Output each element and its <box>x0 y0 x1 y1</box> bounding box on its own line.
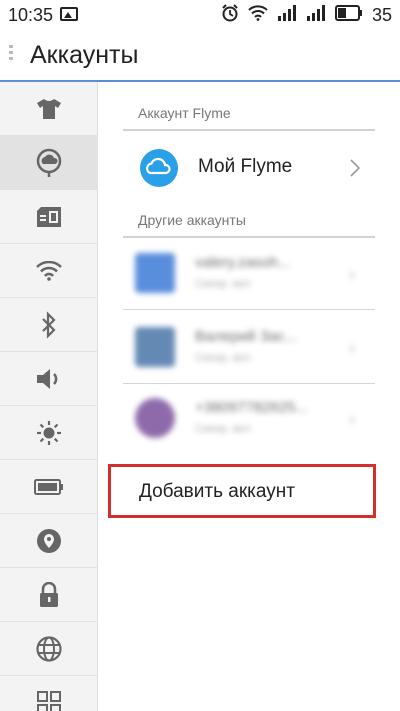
sidebar-item-language[interactable] <box>0 622 98 676</box>
row-divider <box>123 383 375 384</box>
chevron-right-icon <box>350 159 360 177</box>
sound-icon <box>37 368 58 389</box>
theme-shirt-icon <box>37 98 61 119</box>
settings-sidebar <box>0 82 98 711</box>
status-bar: 10:35 35 <box>0 0 400 30</box>
battery-icon <box>34 478 63 495</box>
account-row-viber[interactable]: +38097782625... Синхр. вкл › <box>123 387 375 449</box>
sidebar-item-wifi[interactable] <box>0 244 98 298</box>
wifi-status-icon <box>248 4 268 26</box>
sidebar-item-accounts[interactable] <box>0 136 98 190</box>
add-account-button[interactable]: Добавить аккаунт <box>108 464 376 518</box>
sidebar-item-battery[interactable] <box>0 460 98 514</box>
chevron-right-icon: › <box>349 338 355 358</box>
signal-2-icon <box>306 4 326 26</box>
account-name: valery.zasoh... <box>195 254 291 271</box>
signal-1-icon <box>277 4 297 26</box>
image-notification-icon <box>60 7 78 21</box>
section-divider <box>123 236 375 238</box>
sidebar-item-sound[interactable] <box>0 352 98 406</box>
sim-card-icon <box>37 206 61 227</box>
row-divider <box>123 309 375 310</box>
account-app-icon <box>135 327 175 367</box>
battery-status-icon <box>334 4 363 26</box>
add-account-label: Добавить аккаунт <box>139 481 295 502</box>
chevron-right-icon: › <box>349 409 355 429</box>
accounts-panel: Аккаунт Flyme Мой Flyme Другие аккаунты … <box>98 82 400 711</box>
wifi-icon <box>36 260 62 281</box>
app-header: Аккаунты <box>0 30 400 82</box>
brightness-icon <box>37 420 61 445</box>
bluetooth-icon <box>42 310 56 339</box>
sidebar-item-apps[interactable] <box>0 676 98 711</box>
globe-icon <box>36 635 62 662</box>
lock-icon <box>40 581 58 607</box>
flyme-account-row[interactable]: Мой Flyme <box>123 139 375 197</box>
page-title: Аккаунты <box>30 41 139 69</box>
account-sync-status: Синхр. вкл <box>195 352 251 364</box>
sidebar-item-bluetooth[interactable] <box>0 298 98 352</box>
account-app-icon <box>135 253 175 293</box>
status-time: 10:35 <box>8 5 54 25</box>
chevron-right-icon: › <box>349 264 355 284</box>
account-app-icon <box>135 398 175 438</box>
account-row-vk[interactable]: Валерий Зас... Синхр. вкл › <box>123 316 375 378</box>
sidebar-item-theme[interactable] <box>0 82 98 136</box>
sidebar-item-brightness[interactable] <box>0 406 98 460</box>
account-icon <box>36 148 62 177</box>
sidebar-item-security[interactable] <box>0 568 98 622</box>
flyme-cloud-icon <box>140 149 178 187</box>
sidebar-item-location[interactable] <box>0 514 98 568</box>
location-icon <box>37 528 61 553</box>
alarm-icon <box>221 3 239 27</box>
other-accounts-label: Другие аккаунты <box>138 212 246 228</box>
account-sync-status: Синхр. вкл <box>195 423 251 435</box>
section-divider <box>123 129 375 131</box>
account-sync-status: Синхр. вкл <box>195 278 251 290</box>
account-name: Валерий Зас... <box>195 328 298 345</box>
drawer-handle-icon[interactable] <box>9 45 13 67</box>
apps-icon <box>37 690 61 711</box>
battery-level: 35 <box>371 4 392 25</box>
account-row-google[interactable]: valery.zasoh... Синхр. вкл › <box>123 242 375 304</box>
flyme-section-label: Аккаунт Flyme <box>138 105 231 121</box>
account-name: +38097782625... <box>195 399 309 416</box>
flyme-account-name: Мой Flyme <box>198 156 293 177</box>
sidebar-item-sim[interactable] <box>0 190 98 244</box>
